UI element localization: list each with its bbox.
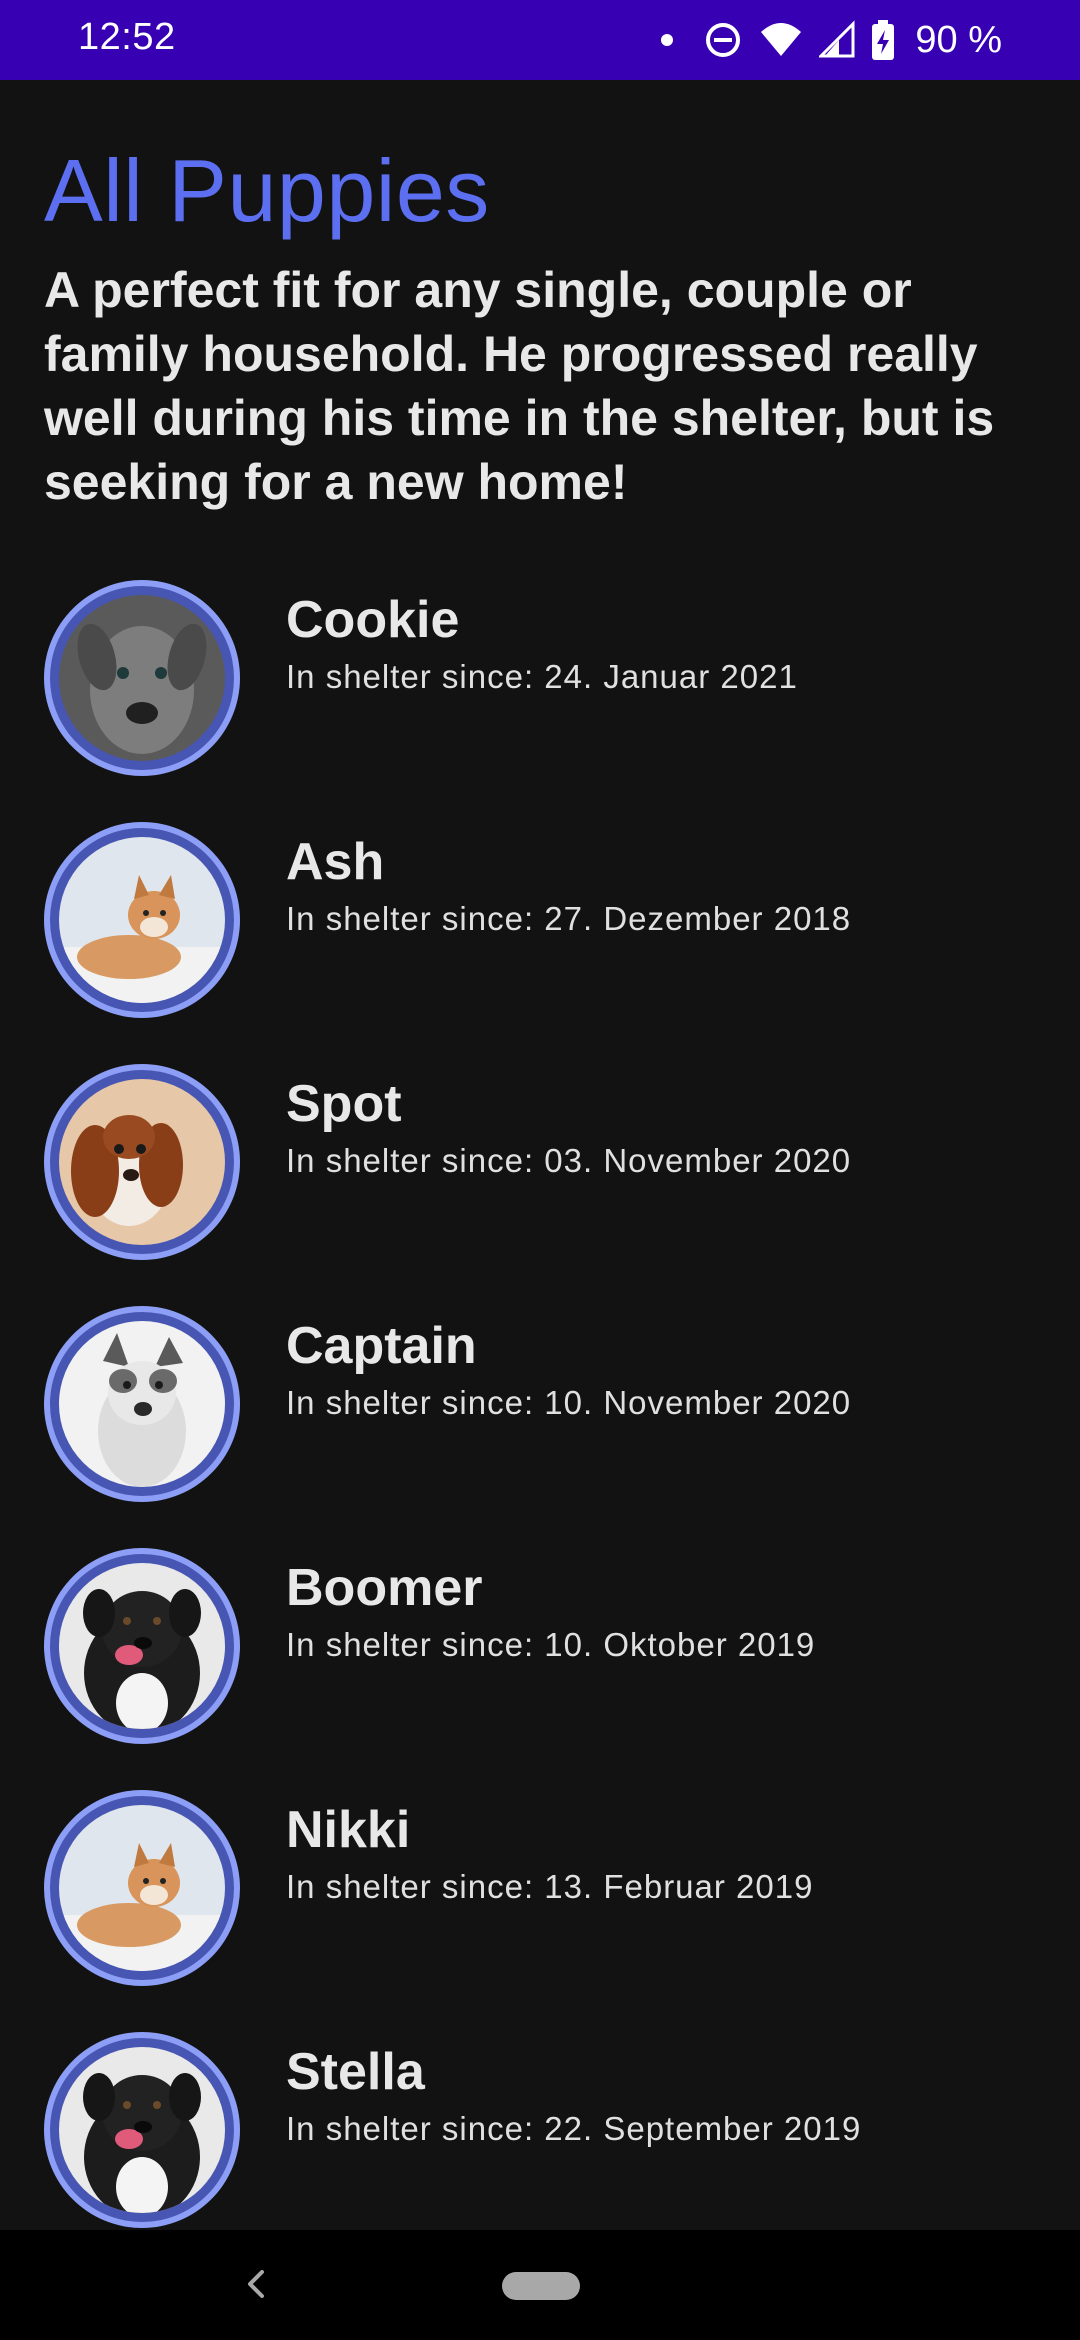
puppy-name: Boomer (286, 1559, 483, 1617)
black-dog-photo (59, 2047, 225, 2213)
puppy-name: Cookie (286, 591, 460, 649)
puppy-list-item[interactable]: Nikki In shelter since: 13. Februar 2019 (0, 1790, 1080, 1990)
battery-charging-icon (872, 20, 895, 60)
back-icon[interactable] (236, 2256, 276, 2312)
avatar (44, 580, 240, 776)
gray-dog-photo (59, 595, 225, 761)
puppy-list-item[interactable]: Stella In shelter since: 22. September 2… (0, 2032, 1080, 2230)
shiba-photo (59, 837, 225, 1003)
puppy-shelter-since: In shelter since: 22. September 2019 (286, 2110, 862, 2147)
main-content[interactable]: All Puppies A perfect fit for any single… (0, 80, 1080, 2230)
puppy-list-item[interactable]: Ash In shelter since: 27. Dezember 2018 (0, 822, 1080, 1022)
navigation-bar (0, 2230, 1080, 2340)
shiba-photo (59, 1805, 225, 1971)
bw-dog-photo (59, 1321, 225, 1487)
avatar (44, 822, 240, 1018)
puppy-name: Stella (286, 2043, 425, 2101)
puppy-list-item[interactable]: Spot In shelter since: 03. November 2020 (0, 1064, 1080, 1264)
cell-signal-icon (819, 20, 855, 58)
puppy-list-item[interactable]: Captain In shelter since: 10. November 2… (0, 1306, 1080, 1506)
avatar (44, 1548, 240, 1744)
notification-dot-icon (661, 34, 674, 46)
puppy-list-item[interactable]: Boomer In shelter since: 10. Oktober 201… (0, 1548, 1080, 1748)
battery-percent: 90 % (915, 18, 1002, 61)
wifi-icon (761, 23, 802, 56)
avatar (44, 1790, 240, 1986)
puppy-shelter-since: In shelter since: 10. Oktober 2019 (286, 1626, 816, 1663)
avatar (44, 1306, 240, 1502)
status-bar: 12:52 90 % (0, 0, 1080, 80)
puppy-shelter-since: In shelter since: 13. Februar 2019 (286, 1868, 814, 1905)
avatar (44, 1064, 240, 1260)
spaniel-photo (59, 1079, 225, 1245)
puppy-name: Spot (286, 1075, 402, 1133)
black-dog-photo (59, 1563, 225, 1729)
home-pill-icon[interactable] (502, 2272, 580, 2300)
puppy-name: Captain (286, 1317, 477, 1375)
puppy-shelter-since: In shelter since: 24. Januar 2021 (286, 658, 798, 695)
puppy-shelter-since: In shelter since: 27. Dezember 2018 (286, 900, 852, 937)
status-time: 12:52 (78, 16, 176, 58)
puppy-list-item[interactable]: Cookie In shelter since: 24. Januar 2021 (0, 580, 1080, 780)
puppy-name: Nikki (286, 1801, 411, 1859)
page-description: A perfect fit for any single, couple or … (44, 262, 995, 510)
avatar (44, 2032, 240, 2228)
puppy-shelter-since: In shelter since: 03. November 2020 (286, 1142, 852, 1179)
puppy-shelter-since: In shelter since: 10. November 2020 (286, 1384, 852, 1421)
page-title: All Puppies (44, 141, 490, 240)
status-icons: 90 % (661, 14, 1002, 66)
do-not-disturb-icon (706, 23, 741, 57)
puppy-name: Ash (286, 833, 385, 891)
